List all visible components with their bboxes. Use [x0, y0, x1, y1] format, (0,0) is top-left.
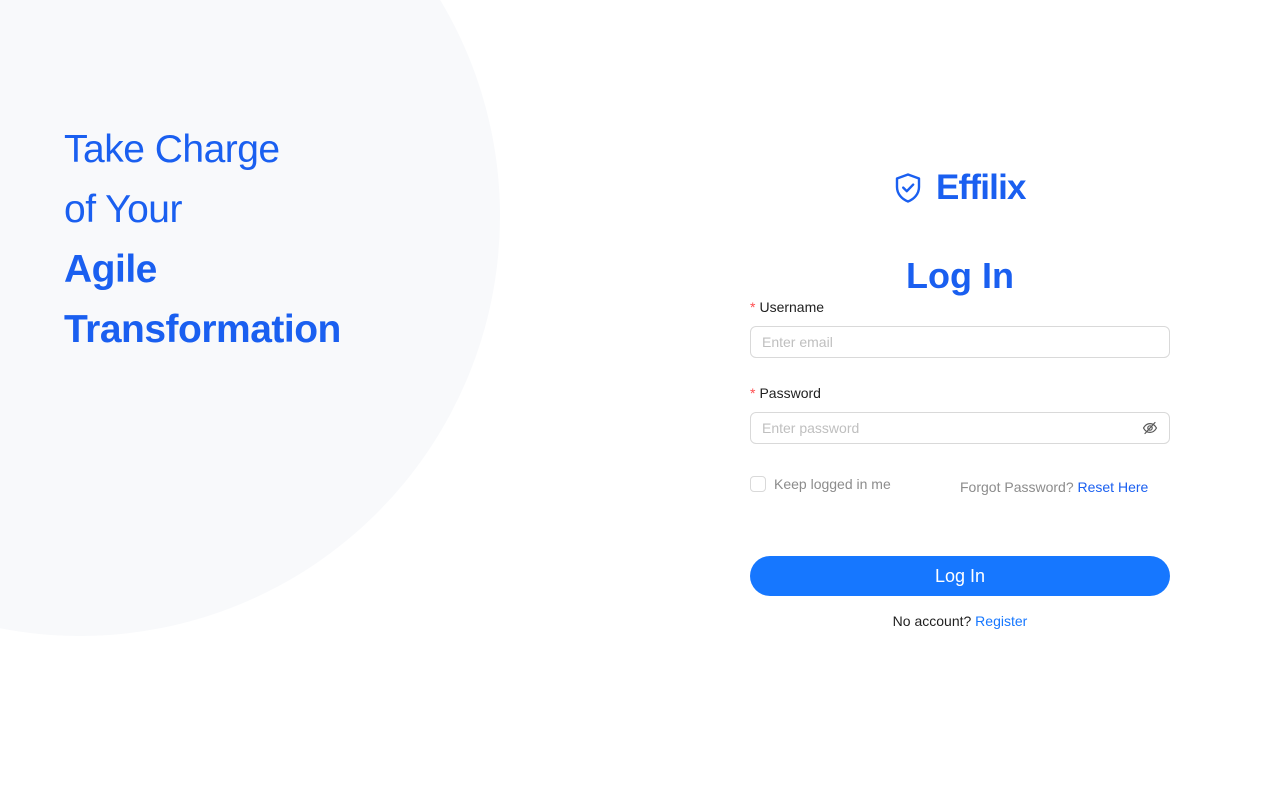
register-text: No account? [892, 613, 972, 629]
username-label: * Username [750, 298, 824, 316]
remember-me[interactable]: Keep logged in me [750, 476, 891, 492]
eye-off-icon[interactable] [1142, 420, 1158, 436]
tagline-line-4: Transformation [64, 308, 341, 351]
form-title: Log In [906, 255, 1014, 296]
register-prompt: No account? Register [750, 613, 1170, 629]
remember-checkbox[interactable] [750, 476, 766, 492]
password-label-text: Password [759, 385, 821, 401]
tagline-line-2: of Your [64, 188, 182, 231]
username-input[interactable] [762, 334, 1158, 350]
login-page: Take Charge of Your Agile Transformation… [0, 0, 1280, 800]
password-input[interactable] [762, 420, 1142, 436]
hero-tagline: Take Charge of Your Agile Transformation [64, 120, 341, 360]
password-required-mark: * [750, 385, 756, 401]
register-link[interactable]: Register [975, 613, 1027, 629]
username-field[interactable] [750, 326, 1170, 358]
remember-label: Keep logged in me [774, 476, 891, 492]
tagline-line-1: Take Charge [64, 128, 280, 171]
username-label-text: Username [759, 299, 825, 315]
shield-check-icon [895, 173, 921, 203]
username-required-mark: * [750, 299, 756, 315]
password-field[interactable] [750, 412, 1170, 444]
reset-password-link[interactable]: Reset Here [1078, 479, 1149, 495]
forgot-password: Forgot Password? Reset Here [960, 479, 1148, 495]
tagline-line-3: Agile [64, 248, 157, 291]
login-button[interactable]: Log In [750, 556, 1170, 596]
brand-name: Effilix [936, 168, 1027, 207]
brand-logo: Effilix [893, 166, 1027, 210]
password-label: * Password [750, 384, 821, 402]
forgot-password-text: Forgot Password? [960, 479, 1074, 495]
